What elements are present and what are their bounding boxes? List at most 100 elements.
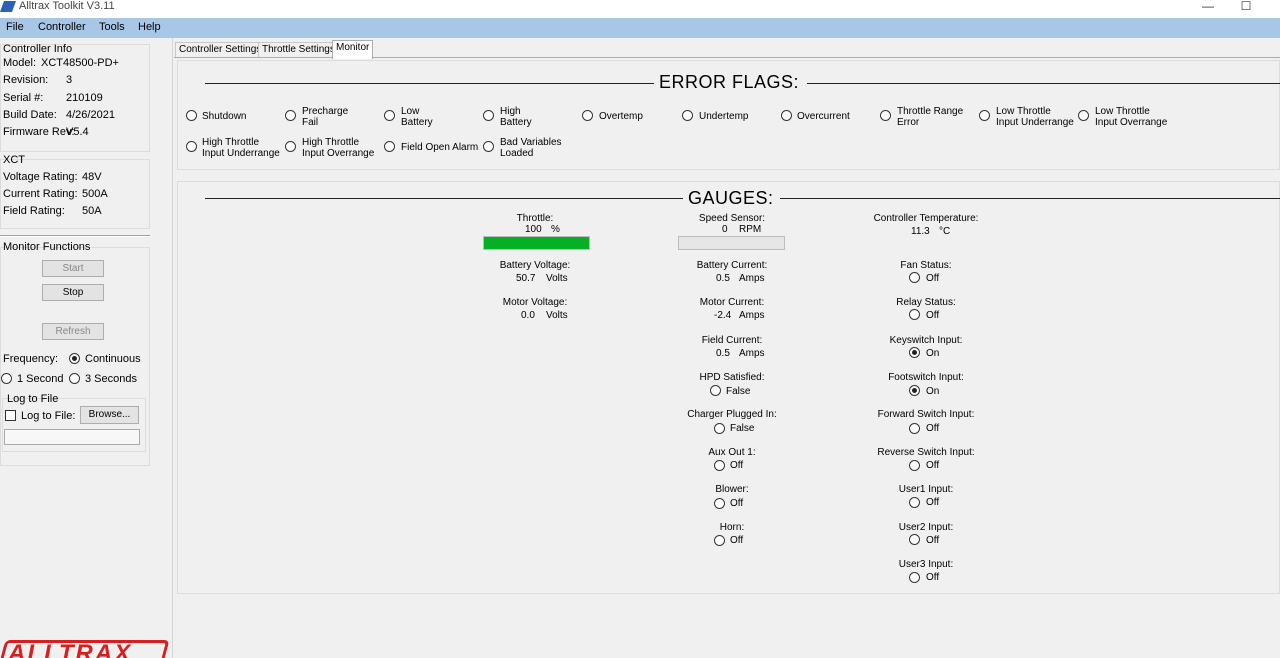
controller-temp-label: Controller Temperature:: [873, 213, 979, 224]
keyswitch-input-indicator: [909, 347, 920, 358]
flag-low-battery-l2: Battery: [401, 117, 433, 128]
title-bar: Alltrax Toolkit V3.11 — ☐: [0, 0, 1280, 18]
horn-label: Horn:: [719, 522, 745, 533]
log-to-file-title: Log to File: [7, 393, 59, 405]
flag-high-battery-radio: [483, 110, 494, 121]
tab-strip: Controller Settings Throttle Settings Mo…: [174, 40, 1280, 59]
flag-overtemp-label: Overtemp: [599, 111, 643, 122]
flag-shutdown-radio: [186, 110, 197, 121]
build-date-value: 4/26/2021: [66, 109, 115, 121]
field-rating-label: Field Rating:: [3, 205, 65, 217]
flag-low-battery-radio: [384, 110, 395, 121]
throttle-bar: [483, 236, 590, 250]
relay-status-label: Relay Status:: [896, 297, 956, 308]
flag-high-battery-l2: Battery: [500, 117, 532, 128]
blower-value: Off: [730, 498, 744, 509]
flag-field-open-alarm-radio: [384, 141, 395, 152]
user3-input-value: Off: [926, 572, 940, 583]
blower-indicator: [714, 498, 725, 509]
battery-current-unit: Amps: [739, 273, 765, 284]
stop-button[interactable]: Stop: [42, 284, 104, 301]
model-label: Model:: [3, 57, 37, 69]
flag-bad-variables-l1: Bad Variables: [500, 137, 562, 148]
monitor-panel: ERROR FLAGS: Shutdown Precharge Fail Low…: [174, 57, 1280, 658]
flag-overcurrent-radio: [781, 110, 792, 121]
user2-input-value: Off: [926, 535, 940, 546]
serial-value: 210109: [66, 92, 103, 104]
menu-tools[interactable]: Tools: [99, 21, 125, 33]
tab-monitor[interactable]: Monitor: [332, 40, 374, 59]
throttle-label: Throttle:: [516, 213, 554, 224]
user3-input-indicator: [909, 572, 920, 583]
left-divider: [0, 235, 150, 237]
log-to-file-label: Log to File:: [21, 410, 76, 422]
flag-low-throttle-overrange-l1: Low Throttle: [1095, 106, 1150, 117]
field-rating-value: 50A: [82, 205, 102, 217]
minimize-button[interactable]: —: [1198, 0, 1218, 14]
flag-undertemp-radio: [682, 110, 693, 121]
throttle-unit: %: [551, 224, 560, 235]
log-to-file-checkbox[interactable]: [5, 410, 16, 421]
field-current-label: Field Current:: [701, 335, 763, 346]
controller-temp-unit: °C: [939, 226, 951, 237]
footswitch-input-label: Footswitch Input:: [888, 372, 964, 383]
maximize-button[interactable]: ☐: [1236, 0, 1256, 14]
motor-current-label: Motor Current:: [699, 297, 765, 308]
fan-status-value: Off: [926, 273, 940, 284]
tab-controller-settings[interactable]: Controller Settings: [175, 42, 266, 58]
one-second-radio[interactable]: [1, 373, 12, 384]
horn-indicator: [714, 535, 725, 546]
flag-low-throttle-overrange-l2: Input Overrange: [1095, 117, 1168, 128]
flag-throttle-range-l1: Throttle Range: [897, 106, 964, 117]
build-date-label: Build Date:: [3, 109, 57, 121]
one-second-label: 1 Second: [17, 373, 64, 385]
menu-controller[interactable]: Controller: [38, 21, 86, 33]
gauges-rule-right: [780, 198, 1280, 199]
firmware-value: V5.4: [66, 126, 89, 138]
flag-high-battery-l1: High: [500, 106, 521, 117]
start-button[interactable]: Start: [42, 260, 104, 277]
relay-status-value: Off: [926, 310, 940, 321]
fan-status-indicator: [909, 272, 920, 283]
xct-title: XCT: [3, 154, 25, 166]
gauges-rule-left: [205, 198, 683, 199]
error-flags-rule-right: [807, 83, 1280, 84]
error-flags-rule-left: [205, 83, 654, 84]
flag-precharge-fail-radio: [285, 110, 296, 121]
flag-high-throttle-overrange-l1: High Throttle: [302, 137, 360, 148]
tab-throttle-settings[interactable]: Throttle Settings: [258, 42, 339, 58]
flag-throttle-range-l2: Error: [897, 117, 920, 128]
throttle-value: 100: [525, 224, 542, 235]
reverse-switch-value: Off: [926, 460, 940, 471]
flag-shutdown-label: Shutdown: [202, 111, 247, 122]
battery-voltage-unit: Volts: [546, 273, 568, 284]
relay-status-indicator: [909, 309, 920, 320]
flag-bad-variables-radio: [483, 141, 494, 152]
battery-voltage-value: 50.7: [516, 273, 536, 284]
user1-input-indicator: [909, 497, 920, 508]
hpd-satisfied-value: False: [726, 386, 751, 397]
continuous-label: Continuous: [85, 353, 141, 365]
log-path-field[interactable]: [4, 429, 140, 445]
browse-button[interactable]: Browse...: [80, 406, 139, 424]
menu-file[interactable]: File: [6, 21, 24, 33]
user3-input-label: User3 Input:: [898, 559, 954, 570]
menu-help[interactable]: Help: [138, 21, 161, 33]
flag-high-throttle-overrange-radio: [285, 141, 296, 152]
flag-high-throttle-overrange-l2: Input Overrange: [302, 148, 375, 159]
refresh-button[interactable]: Refresh: [42, 323, 104, 340]
controller-temp-value: 11.3: [911, 226, 930, 237]
error-flags-title: ERROR FLAGS:: [659, 72, 800, 92]
revision-label: Revision:: [3, 74, 49, 86]
flag-low-throttle-underrange-l1: Low Throttle: [996, 106, 1051, 117]
motor-current-unit: Amps: [739, 310, 765, 321]
three-seconds-radio[interactable]: [69, 373, 80, 384]
left-panel: Controller Info Model: XCT48500-PD+ Revi…: [0, 38, 173, 658]
continuous-radio[interactable]: [69, 353, 80, 364]
monitor-functions-title: Monitor Functions: [3, 241, 91, 253]
three-seconds-label: 3 Seconds: [85, 373, 137, 385]
keyswitch-input-label: Keyswitch Input:: [889, 335, 963, 346]
current-rating-label: Current Rating:: [3, 188, 78, 200]
revision-value: 3: [66, 74, 73, 86]
reverse-switch-indicator: [909, 460, 920, 471]
